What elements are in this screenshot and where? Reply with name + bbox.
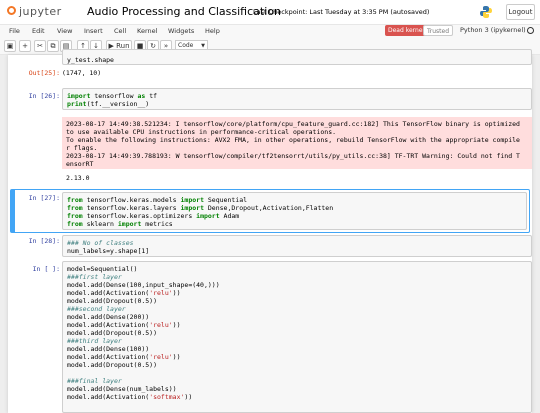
output-prompt: Out[25]: (28, 69, 60, 77)
code-line: model.add(Dropout(0.5)) (67, 361, 158, 369)
code-line: y_test.shape (67, 56, 114, 64)
code-line: import tensorflow as tf (67, 92, 158, 100)
code-cell-input[interactable]: y_test.shape (62, 49, 532, 65)
code-line: from sklearn import metrics (67, 220, 173, 228)
code-line: from tensorflow.keras.models import Sequ… (67, 196, 248, 204)
code-line: print(tf.__version__) (67, 100, 150, 108)
stderr-line: 2023-08-17 14:49:38.521234: I tensorflow… (66, 120, 520, 128)
stderr-output: 2023-08-17 14:49:38.521234: I tensorflow… (62, 117, 532, 169)
code-cell-input[interactable]: model=Sequential() ###first layer model.… (62, 261, 532, 413)
menu-help[interactable]: Help (205, 27, 220, 35)
jupyter-logo[interactable]: jupyter (7, 4, 61, 20)
code-line: model.add(Dense(100,input_shape=(40,))) (67, 281, 220, 289)
code-line: model=Sequential() (67, 265, 138, 273)
code-line: ###first layer (67, 273, 122, 281)
code-cell-input[interactable]: from tensorflow.keras.models import Sequ… (62, 192, 527, 230)
output-text: 2.13.0 (66, 174, 90, 182)
code-line: model.add(Activation('softmax')) (67, 393, 193, 401)
cell-type-value: Code (178, 42, 194, 49)
code-line: ###second layer (67, 305, 126, 313)
checkpoint-status: Last Checkpoint: Last Tuesday at 3:35 PM… (253, 8, 430, 16)
code-line: model.add(Activation('relu')) (67, 289, 181, 297)
menu-kernel[interactable]: Kernel (137, 27, 157, 35)
stderr-line: To enable the following instructions: AV… (66, 136, 520, 144)
logout-button[interactable]: Logout (506, 4, 535, 20)
menu-file[interactable]: File (9, 27, 20, 35)
menu-edit[interactable]: Edit (32, 27, 45, 35)
menu-view[interactable]: View (57, 27, 72, 35)
stderr-line: to use available CPU instructions in per… (66, 128, 337, 136)
code-line: model.add(Activation('relu')) (67, 353, 181, 361)
stderr-line: 2023-08-17 14:49:39.788193: W tensorflow… (66, 152, 520, 160)
code-line: ###third layer (67, 337, 122, 345)
code-line: model.add(Activation('relu')) (67, 321, 181, 329)
kernel-status-badge[interactable]: Dead kernel (385, 25, 428, 36)
save-icon[interactable]: ▣ (4, 40, 16, 52)
notebook-header: jupyter Audio Processing and Classificat… (0, 0, 540, 25)
menu-bar: File Edit View Insert Cell Kernel Widget… (0, 25, 540, 39)
jupyter-logo-text: jupyter (19, 5, 62, 18)
input-prompt: In [ ]: (32, 265, 60, 273)
code-line: ### No of classes (67, 239, 134, 247)
input-prompt: In [28]: (28, 237, 60, 245)
output-text: (1747, 10) (62, 69, 102, 77)
add-cell-icon[interactable]: + (19, 40, 31, 52)
code-line: num_labels=y.shape[1] (67, 247, 150, 255)
code-line: ###final layer (67, 377, 122, 385)
cut-icon[interactable]: ✂ (34, 40, 46, 52)
code-line: from tensorflow.keras.optimizers import … (67, 212, 240, 220)
python-logo-icon (480, 6, 492, 18)
menu-widgets[interactable]: Widgets (168, 27, 194, 35)
code-line: model.add(Dropout(0.5)) (67, 329, 158, 337)
input-prompt: In [27]: (28, 194, 60, 202)
code-line: model.add(Dense(100)) (67, 345, 150, 353)
notebook-title[interactable]: Audio Processing and Classification (87, 5, 281, 18)
code-line: model.add(Dense(num_labels)) (67, 385, 177, 393)
notebook-area: y_test.shape Out[25]: (1747, 10) In [26]… (0, 49, 540, 413)
code-cell-input[interactable]: import tensorflow as tf print(tf.__versi… (62, 88, 532, 110)
stderr-line: ensorRT (66, 160, 94, 168)
menu-insert[interactable]: Insert (84, 27, 103, 35)
kernel-indicator-icon (527, 27, 534, 34)
code-line: from tensorflow.keras.layers import Dens… (67, 204, 334, 212)
code-line: model.add(Dropout(0.5)) (67, 297, 158, 305)
trusted-badge[interactable]: Trusted (423, 25, 454, 36)
stderr-line: r flags. (66, 144, 98, 152)
menu-cell[interactable]: Cell (114, 27, 126, 35)
input-prompt: In [26]: (28, 92, 60, 100)
jupyter-orb-icon (7, 6, 16, 15)
notebook-page: y_test.shape Out[25]: (1747, 10) In [26]… (8, 49, 532, 413)
code-cell-input[interactable]: ### No of classes num_labels=y.shape[1] (62, 235, 532, 257)
kernel-name: Python 3 (ipykernel) (460, 26, 526, 34)
code-line: model.add(Dense(200)) (67, 313, 150, 321)
copy-icon[interactable]: ⧉ (47, 40, 59, 52)
